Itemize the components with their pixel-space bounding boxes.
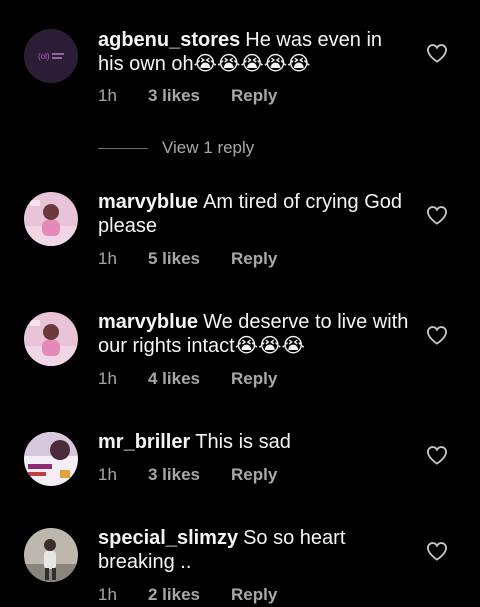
comment-likes[interactable]: 2 likes	[148, 583, 231, 607]
avatar[interactable]: (ol)	[24, 29, 78, 83]
comment-likes[interactable]: 5 likes	[148, 247, 231, 271]
comment-username[interactable]: agbenu_stores	[98, 29, 240, 51]
heart-icon[interactable]	[426, 205, 448, 225]
reply-button[interactable]: Reply	[231, 583, 277, 607]
comment-body: This is sad	[195, 431, 291, 453]
comment-likes[interactable]: 4 likes	[148, 367, 231, 391]
reply-button[interactable]: Reply	[231, 367, 277, 391]
comment-time: 1h	[98, 585, 117, 604]
heart-icon[interactable]	[426, 541, 448, 561]
reply-button[interactable]: Reply	[231, 463, 277, 487]
comment-text: special_slimzy So so heart breaking ..	[98, 526, 410, 574]
avatar[interactable]	[24, 312, 78, 366]
comment-meta: 1h 4 likes Reply	[98, 367, 277, 391]
divider-line	[98, 148, 148, 150]
comment-time: 1h	[98, 465, 117, 484]
heart-icon[interactable]	[426, 325, 448, 345]
comment-text: marvyblue We deserve to live with our rig…	[98, 310, 410, 358]
view-replies-label[interactable]: View 1 reply	[162, 138, 254, 157]
reply-button[interactable]: Reply	[231, 84, 277, 108]
comment-username[interactable]: marvyblue	[98, 191, 198, 213]
comment-time: 1h	[98, 369, 117, 388]
heart-icon[interactable]	[426, 445, 448, 465]
svg-text:(ol): (ol)	[38, 52, 50, 61]
comment-username[interactable]: mr_briller	[98, 431, 190, 453]
view-replies-link[interactable]: View 1 reply	[98, 136, 254, 160]
avatar[interactable]	[24, 192, 78, 246]
avatar[interactable]	[24, 432, 78, 486]
comment-likes[interactable]: 3 likes	[148, 463, 231, 487]
comment-time: 1h	[98, 249, 117, 268]
comment-text: marvyblue Am tired of crying God please	[98, 190, 410, 238]
comment-meta: 1h 3 likes Reply	[98, 463, 277, 487]
crying-emoji-icon: 😭😭😭	[234, 335, 305, 357]
comment-text: mr_briller This is sad	[98, 430, 410, 454]
comment-meta: 1h 5 likes Reply	[98, 247, 277, 271]
avatar[interactable]	[24, 528, 78, 582]
comment-meta: 1h 3 likes Reply	[98, 84, 277, 108]
comment-time: 1h	[98, 86, 117, 105]
crying-emoji-icon: 😭😭😭😭😭	[193, 53, 311, 75]
comment-likes[interactable]: 3 likes	[148, 84, 231, 108]
comment-text: agbenu_stores He was even in his own oh😭😭…	[98, 28, 410, 76]
heart-icon[interactable]	[426, 43, 448, 63]
comment-meta: 1h 2 likes Reply	[98, 583, 277, 607]
reply-button[interactable]: Reply	[231, 247, 277, 271]
comment-username[interactable]: special_slimzy	[98, 527, 238, 549]
comment-username[interactable]: marvyblue	[98, 311, 198, 333]
